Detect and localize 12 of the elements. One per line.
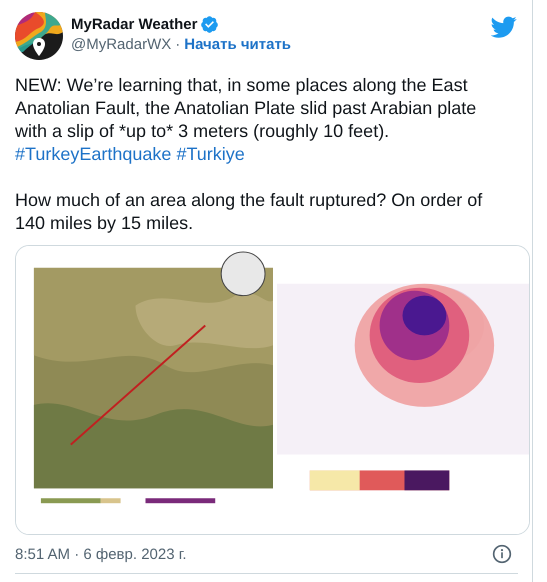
separator-dot: · [175,36,180,53]
bird-logo-icon[interactable] [491,14,517,40]
info-icon[interactable] [492,544,512,564]
author-handle[interactable]: @MyRadarWX [71,36,172,53]
hashtag-link[interactable]: #Turkiye [176,144,245,164]
tweet-text: NEW: We’re learning that, in some places along the East Anatolian Fault, the Anatolian Plate slid past Arabian plate with a slip of *up to* 3 meters (roughly 10 feet). #TurkeyEarthquake #Turkiye [15,74,478,166]
tweet-timestamp[interactable]: 8:51 AM · 6 февр. 2023 г. [15,546,187,562]
follow-link[interactable]: Начать читать [184,36,292,53]
avatar[interactable] [15,12,63,60]
tweet-text: How much of an area along the fault ruptured? On order of 140 miles by 15 miles. [15,189,484,235]
hashtag-link[interactable]: #TurkeyEarthquake [15,144,172,164]
author-name[interactable]: MyRadar Weather [71,16,198,33]
